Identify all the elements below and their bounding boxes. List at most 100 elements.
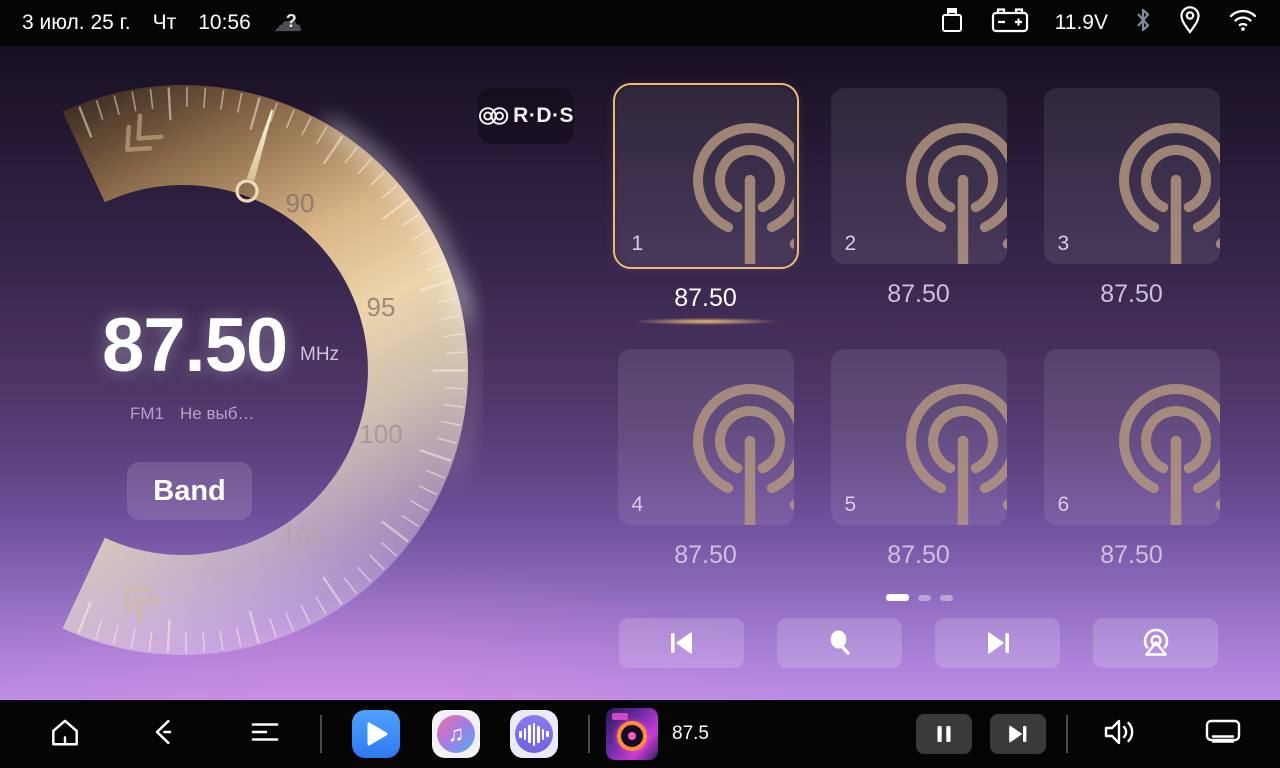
rds-badge: R·D·S xyxy=(478,88,574,144)
volume-icon xyxy=(1102,716,1138,748)
preset-4[interactable]: 4 87.50 xyxy=(613,349,798,582)
dial-number-100: 100 xyxy=(359,419,402,449)
equalizer-app[interactable] xyxy=(510,710,558,758)
preset-number: 1 xyxy=(632,232,644,256)
search-icon xyxy=(825,628,855,658)
preset-number: 4 xyxy=(632,493,644,517)
dial-number-90: 90 xyxy=(286,188,315,218)
status-right: 11.9V xyxy=(939,5,1258,41)
weather-icon: ☁ ? xyxy=(273,8,309,38)
seek-next-button[interactable] xyxy=(935,618,1060,668)
status-bar: 3 июл. 25 г. Чт 10:56 ☁ ? xyxy=(0,0,1280,46)
album-art-speaker-center xyxy=(628,732,636,740)
back-icon xyxy=(150,718,178,746)
tuner-controls xyxy=(619,618,1218,668)
home-button[interactable] xyxy=(48,717,82,752)
head-unit-screen: 3 июл. 25 г. Чт 10:56 ☁ ? xyxy=(0,0,1280,768)
nav-separator xyxy=(588,715,590,753)
band-station-row: FM1 Не выб… xyxy=(130,404,254,424)
waveform-icon xyxy=(515,715,553,753)
broadcast-mode-button[interactable] xyxy=(1093,618,1218,668)
album-art-detail xyxy=(612,713,628,720)
preset-frequency: 87.50 xyxy=(1100,541,1163,570)
music-app[interactable]: ♫ xyxy=(432,710,480,758)
preset-1-tile[interactable]: 1 xyxy=(618,88,794,264)
preset-4-tile[interactable]: 4 xyxy=(618,349,794,525)
seek-previous-icon xyxy=(667,628,697,658)
band-label: FM1 xyxy=(130,404,164,424)
broadcast-antenna-icon xyxy=(863,88,1007,264)
broadcast-antenna-icon xyxy=(863,349,1007,525)
page-dot-2[interactable] xyxy=(918,595,931,601)
bluetooth-icon xyxy=(1134,6,1152,40)
album-art[interactable] xyxy=(606,708,658,760)
next-track-icon xyxy=(1007,724,1029,744)
music-note-icon: ♫ xyxy=(448,721,465,747)
frequency-unit: MHz xyxy=(300,344,339,366)
preset-3-tile[interactable]: 3 xyxy=(1044,88,1220,264)
seek-previous-button[interactable] xyxy=(619,618,744,668)
broadcast-antenna-icon xyxy=(1076,349,1220,525)
play-icon xyxy=(363,721,389,747)
wifi-icon xyxy=(1228,7,1258,39)
broadcast-antenna-icon xyxy=(1076,88,1220,264)
usb-icon xyxy=(939,5,965,41)
broadcast-antenna-icon xyxy=(650,349,794,525)
screen-off-button[interactable] xyxy=(1204,717,1242,752)
home-icon xyxy=(48,717,82,747)
preset-3[interactable]: 3 87.50 xyxy=(1039,88,1224,325)
nav-separator xyxy=(1066,715,1068,753)
preset-6-tile[interactable]: 6 xyxy=(1044,349,1220,525)
preset-5-tile[interactable]: 5 xyxy=(831,349,1007,525)
seek-next-icon xyxy=(983,628,1013,658)
page-dot-3[interactable] xyxy=(940,595,953,601)
preset-5[interactable]: 5 87.50 xyxy=(826,349,1011,582)
preset-grid: 1 87.50 2 87.50 xyxy=(613,88,1225,582)
rds-circles-icon xyxy=(478,104,511,128)
music-app-circle: ♫ xyxy=(437,715,475,753)
band-button[interactable]: Band xyxy=(127,462,252,520)
preset-number: 2 xyxy=(845,232,857,256)
preset-number: 6 xyxy=(1058,493,1070,517)
status-day: Чт xyxy=(153,11,177,35)
preset-frequency: 87.50 xyxy=(674,284,737,313)
nav-bar: ♫ 87.5 xyxy=(0,700,1280,768)
selected-glow xyxy=(633,318,779,325)
pause-button[interactable] xyxy=(916,714,972,754)
menu-icon xyxy=(248,718,282,746)
video-player-app[interactable] xyxy=(352,710,400,758)
location-icon xyxy=(1178,5,1202,41)
preset-1[interactable]: 1 87.50 xyxy=(613,88,798,325)
screen-icon xyxy=(1204,717,1242,747)
dial-number-105: 105 xyxy=(281,521,324,551)
dial-number-95: 95 xyxy=(367,292,396,322)
menu-button[interactable] xyxy=(248,718,282,751)
back-button[interactable] xyxy=(150,718,178,751)
broadcast-antenna-icon xyxy=(650,88,794,264)
radio-main-area: 90 95 100 105 xyxy=(0,46,1280,700)
car-battery-icon xyxy=(991,6,1029,40)
now-playing-frequency: 87.5 xyxy=(672,723,709,745)
nav-separator xyxy=(320,715,322,753)
preset-frequency: 87.50 xyxy=(1100,280,1163,309)
preset-2-tile[interactable]: 2 xyxy=(831,88,1007,264)
voltage-label: 11.9V xyxy=(1055,11,1108,35)
status-left: 3 июл. 25 г. Чт 10:56 ☁ ? xyxy=(22,8,309,38)
preset-number: 3 xyxy=(1058,232,1070,256)
page-dot-1[interactable] xyxy=(886,594,909,601)
band-button-label: Band xyxy=(153,475,226,508)
search-stations-button[interactable] xyxy=(777,618,902,668)
next-track-button[interactable] xyxy=(990,714,1046,754)
preset-2[interactable]: 2 87.50 xyxy=(826,88,1011,325)
frequency-display: 87.50 xyxy=(102,302,287,389)
preset-frequency: 87.50 xyxy=(674,541,737,570)
preset-frequency: 87.50 xyxy=(887,280,950,309)
preset-frequency: 87.50 xyxy=(887,541,950,570)
station-name: Не выб… xyxy=(180,404,254,424)
status-date: 3 июл. 25 г. xyxy=(22,11,131,35)
preset-number: 5 xyxy=(845,493,857,517)
rds-label: R·D·S xyxy=(513,104,574,128)
volume-button[interactable] xyxy=(1102,716,1138,753)
preset-6[interactable]: 6 87.50 xyxy=(1039,349,1224,582)
preset-page-dots xyxy=(613,594,1225,601)
